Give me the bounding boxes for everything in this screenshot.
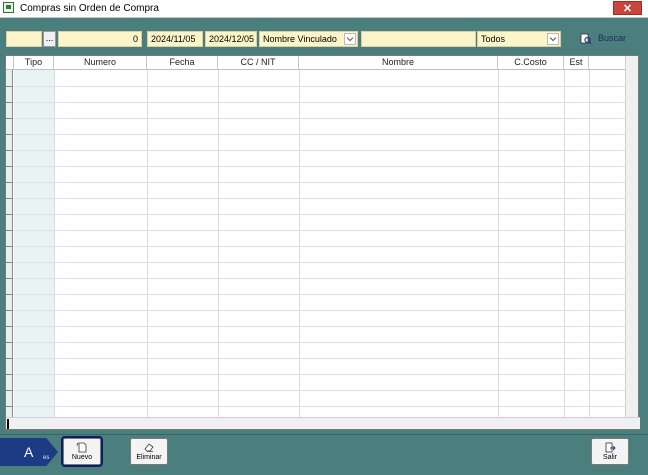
row-selector-line bbox=[6, 102, 13, 103]
grid-column-line bbox=[299, 70, 300, 417]
row-selector-line bbox=[6, 166, 13, 167]
row-selector-line bbox=[6, 278, 13, 279]
grid-row-line bbox=[14, 342, 626, 343]
row-selector-line bbox=[6, 198, 13, 199]
picker-button[interactable]: ... bbox=[43, 31, 56, 47]
grid-row-line bbox=[14, 294, 626, 295]
grid-row-line bbox=[14, 374, 626, 375]
grid-row-line bbox=[14, 406, 626, 407]
row-selector-line bbox=[6, 310, 13, 311]
row-selector-strip[interactable] bbox=[6, 70, 13, 417]
grid-row-line bbox=[14, 102, 626, 103]
delete-button-label: Eliminar bbox=[136, 454, 162, 461]
grid-row-line bbox=[14, 310, 626, 311]
row-selector-line bbox=[6, 150, 13, 151]
date-from-field[interactable]: 2024/11/05 bbox=[147, 31, 203, 47]
grid-row-line bbox=[14, 358, 626, 359]
row-selector-line bbox=[6, 118, 13, 119]
column-header-fecha[interactable]: Fecha bbox=[147, 56, 218, 69]
row-selector-line bbox=[6, 262, 13, 263]
search-label: Buscar bbox=[598, 33, 627, 43]
new-button-label: Nuevo bbox=[71, 454, 93, 461]
row-selector-line bbox=[6, 182, 13, 183]
delete-button[interactable]: Eliminar bbox=[130, 438, 168, 465]
agent-tag: A bbox=[0, 438, 58, 466]
tipo-column-tint bbox=[14, 70, 54, 417]
exit-button-label: Salir bbox=[602, 454, 617, 461]
chevron-down-icon bbox=[344, 33, 356, 45]
grid-row-line bbox=[14, 246, 626, 247]
row-selector-line bbox=[6, 374, 13, 375]
row-selector-line bbox=[6, 134, 13, 135]
column-header-cc-nit[interactable]: CC / NIT bbox=[218, 56, 299, 69]
row-selector-line bbox=[6, 86, 13, 87]
scroll-position-marker bbox=[7, 419, 9, 429]
grid-row-line bbox=[14, 214, 626, 215]
grid-column-line bbox=[564, 70, 565, 417]
grid-row-line bbox=[14, 118, 626, 119]
date-to-field[interactable]: 2024/12/05 bbox=[205, 31, 257, 47]
grid-row-line bbox=[14, 390, 626, 391]
grid-row-line bbox=[14, 198, 626, 199]
grid-row-line bbox=[14, 230, 626, 231]
grid-column-line bbox=[589, 70, 590, 417]
close-button[interactable]: ✕ bbox=[613, 1, 642, 15]
chevron-down-icon bbox=[547, 33, 559, 45]
row-selector-line bbox=[6, 230, 13, 231]
column-header-c-costo[interactable]: C.Costo bbox=[498, 56, 564, 69]
new-button[interactable]: Nuevo bbox=[61, 436, 103, 467]
column-header-numero[interactable]: Numero bbox=[54, 56, 147, 69]
grid-column-line bbox=[498, 70, 499, 417]
window-title: Compras sin Orden de Compra bbox=[20, 3, 159, 14]
title-bar: Compras sin Orden de Compra ✕ bbox=[0, 0, 648, 18]
exit-door-icon bbox=[604, 442, 616, 453]
search-icon bbox=[580, 33, 592, 45]
grid-row-line bbox=[14, 278, 626, 279]
new-document-icon bbox=[76, 442, 88, 453]
eraser-icon bbox=[143, 442, 155, 453]
column-header-nombre[interactable]: Nombre bbox=[299, 56, 498, 69]
row-selector-line bbox=[6, 246, 13, 247]
grid-row-line bbox=[14, 134, 626, 135]
code-field[interactable] bbox=[6, 31, 42, 47]
grid-row-line bbox=[14, 166, 626, 167]
agent-tag-suffix: es bbox=[43, 455, 50, 461]
grid-row-line bbox=[14, 326, 626, 327]
text-filter-field[interactable] bbox=[361, 31, 476, 47]
grid-column-line bbox=[218, 70, 219, 417]
linked-name-select[interactable]: Nombre Vinculado bbox=[259, 31, 358, 47]
search-button[interactable]: Buscar bbox=[580, 31, 632, 47]
exit-button[interactable]: Salir bbox=[591, 438, 629, 465]
row-header-corner bbox=[6, 56, 14, 69]
grid-row-line bbox=[14, 86, 626, 87]
row-selector-line bbox=[6, 326, 13, 327]
row-selector-line bbox=[6, 294, 13, 295]
number-field[interactable]: 0 bbox=[58, 31, 142, 47]
column-header-est[interactable]: Est bbox=[564, 56, 589, 69]
purchases-grid[interactable]: Tipo Numero Fecha CC / NIT Nombre C.Cost… bbox=[5, 55, 640, 430]
app-icon bbox=[3, 2, 14, 13]
horizontal-scrollbar[interactable] bbox=[6, 417, 640, 429]
row-selector-line bbox=[6, 342, 13, 343]
grid-column-line bbox=[54, 70, 55, 417]
row-selector-line bbox=[6, 214, 13, 215]
grid-column-line bbox=[147, 70, 148, 417]
grid-row-line bbox=[14, 262, 626, 263]
row-selector-line bbox=[6, 390, 13, 391]
filter-toolbar: ... 0 2024/11/05 2024/12/05 Nombre Vincu… bbox=[0, 18, 648, 54]
vertical-scrollbar[interactable] bbox=[625, 56, 638, 417]
grid-row-line bbox=[14, 150, 626, 151]
grid-header: Tipo Numero Fecha CC / NIT Nombre C.Cost… bbox=[6, 56, 626, 70]
status-select-value: Todos bbox=[481, 34, 506, 44]
status-select[interactable]: Todos bbox=[477, 31, 561, 47]
grid-row-line bbox=[14, 182, 626, 183]
row-selector-line bbox=[6, 358, 13, 359]
column-header-tipo[interactable]: Tipo bbox=[14, 56, 54, 69]
linked-name-select-value: Nombre Vinculado bbox=[263, 34, 337, 44]
row-selector-line bbox=[6, 406, 13, 407]
